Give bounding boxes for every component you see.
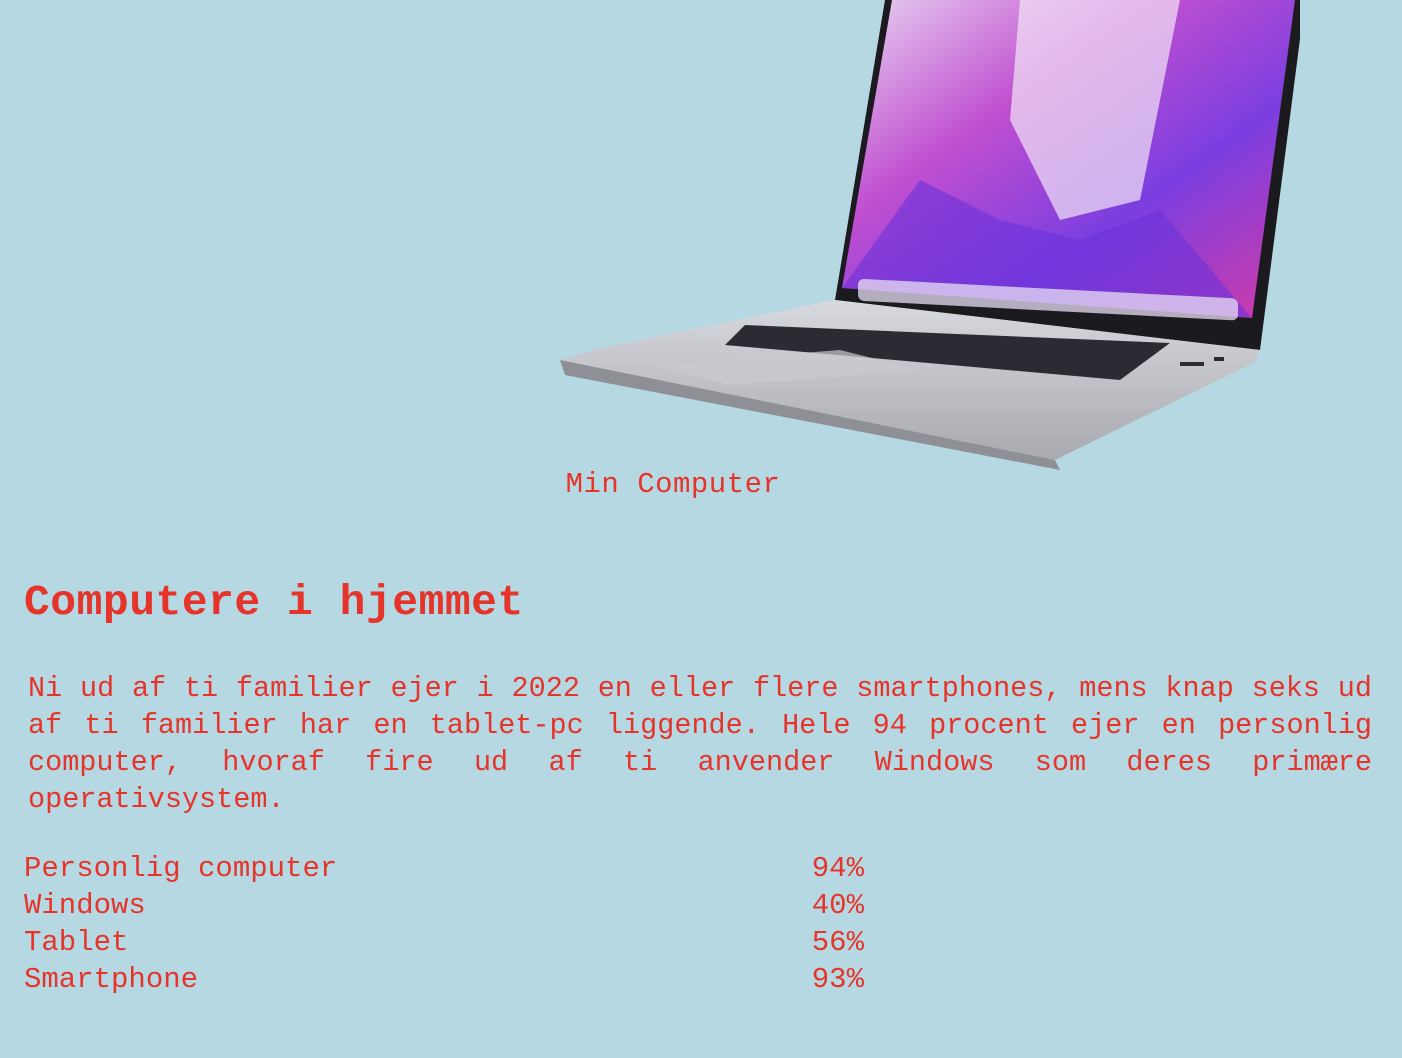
stat-value: 94% <box>811 852 864 885</box>
stat-label: Tablet <box>24 926 129 959</box>
stat-row: Tablet 56% <box>24 924 864 961</box>
laptop-figure: Min Computer <box>0 0 1402 520</box>
stat-label: Smartphone <box>24 963 199 996</box>
laptop-image <box>560 0 1300 470</box>
figure-caption: Min Computer <box>565 468 781 501</box>
stat-value: 56% <box>811 926 864 959</box>
stat-value: 40% <box>811 889 864 922</box>
intro-paragraph: Ni ud af ti familier ejer i 2022 en elle… <box>28 672 1372 816</box>
stat-row: Personlig computer 94% <box>24 850 864 887</box>
stats-table: Personlig computer 94% Windows 40% Table… <box>24 850 864 998</box>
stat-label: Personlig computer <box>24 852 338 885</box>
section-heading: Computere i hjemmet <box>24 578 524 627</box>
stat-value: 93% <box>811 963 864 996</box>
stat-row: Smartphone 93% <box>24 961 864 998</box>
stat-row: Windows 40% <box>24 887 864 924</box>
stat-label: Windows <box>24 889 146 922</box>
